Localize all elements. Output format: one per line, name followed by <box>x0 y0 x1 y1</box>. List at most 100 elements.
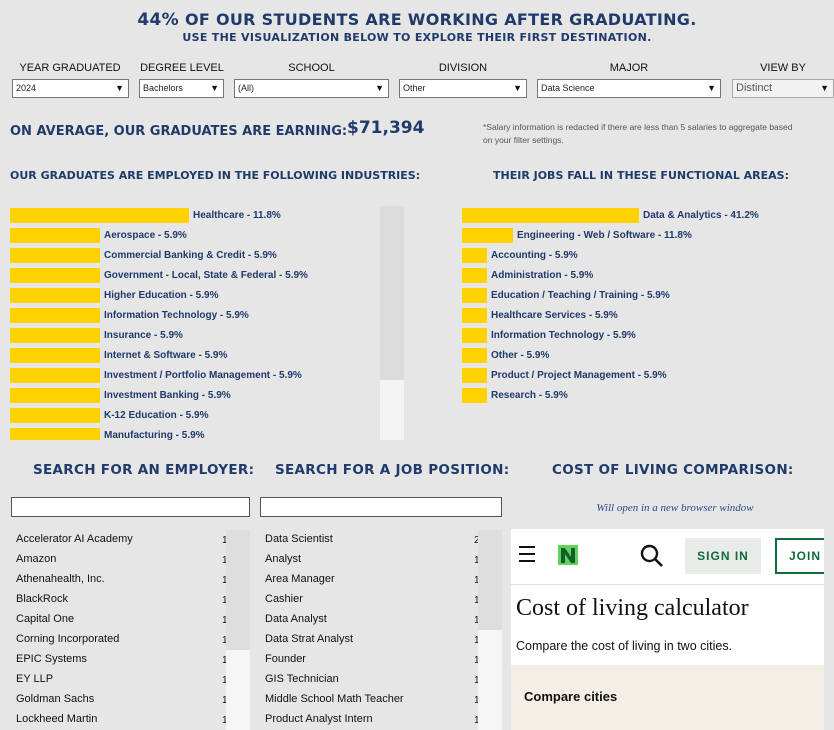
employer-list-item[interactable]: Capital One 1 <box>10 610 230 630</box>
function-bar-row[interactable]: Other - 5.9% <box>462 346 834 366</box>
function-bar[interactable] <box>462 348 487 363</box>
filter-school-value: (All) <box>238 83 254 93</box>
job-list-item[interactable]: Founder 1 <box>259 650 479 670</box>
employer-list-scrollbar-thumb[interactable] <box>226 650 250 730</box>
function-bar-row[interactable]: Product / Project Management - 5.9% <box>462 366 834 386</box>
function-bar-row[interactable]: Healthcare Services - 5.9% <box>462 306 834 326</box>
filter-year-label: YEAR GRADUATED <box>19 62 121 74</box>
industry-bar-row[interactable]: Healthcare - 11.8% <box>10 206 378 226</box>
job-list-item[interactable]: Cashier 1 <box>259 590 479 610</box>
employer-list-item[interactable]: Amazon 1 <box>10 550 230 570</box>
industry-bar-row[interactable]: K-12 Education - 5.9% <box>10 406 378 426</box>
filter-major-select[interactable]: Data Science ▼ <box>537 79 721 98</box>
function-bar[interactable] <box>462 288 487 303</box>
sign-in-button[interactable]: SIGN IN <box>685 538 761 574</box>
filter-year-select[interactable]: 2024 ▼ <box>12 79 129 98</box>
job-list-item[interactable]: Data Analyst 1 <box>259 610 479 630</box>
filter-major-label: MAJOR <box>609 62 649 74</box>
compare-cities-label: Compare cities <box>524 689 618 704</box>
job-list-item[interactable]: Product Analyst Intern 1 <box>259 710 479 730</box>
salary-note: *Salary information is redacted if there… <box>483 122 793 145</box>
industries-scrollbar-thumb[interactable] <box>380 380 404 440</box>
function-bar-label: Education / Teaching / Training - 5.9% <box>491 290 670 301</box>
industry-bar-label: Investment Banking - 5.9% <box>104 390 231 401</box>
employer-list-item[interactable]: Goldman Sachs 1 <box>10 690 230 710</box>
employer-list-item[interactable]: BlackRock 1 <box>10 590 230 610</box>
function-bar-row[interactable]: Information Technology - 5.9% <box>462 326 834 346</box>
cost-of-living-title: COST OF LIVING COMPARISON: <box>552 462 794 478</box>
job-list-item[interactable]: Data Strat Analyst 1 <box>259 630 479 650</box>
function-bar-label: Data & Analytics - 41.2% <box>643 210 759 221</box>
function-bar-row[interactable]: Education / Teaching / Training - 5.9% <box>462 286 834 306</box>
function-bar-row[interactable]: Data & Analytics - 41.2% <box>462 206 834 226</box>
function-bar[interactable] <box>462 328 487 343</box>
job-search-title: SEARCH FOR A JOB POSITION: <box>275 462 510 478</box>
filter-school-select[interactable]: (All) ▼ <box>234 79 389 98</box>
search-icon[interactable] <box>639 543 665 569</box>
function-bar[interactable] <box>462 388 487 403</box>
industry-bar[interactable] <box>10 408 100 423</box>
job-list-item[interactable]: Area Manager 1 <box>259 570 479 590</box>
function-bar-row[interactable]: Accounting - 5.9% <box>462 246 834 266</box>
industry-bar[interactable] <box>10 288 100 303</box>
industry-bar-row[interactable]: Information Technology - 5.9% <box>10 306 378 326</box>
industry-bar[interactable] <box>10 248 100 263</box>
function-bar[interactable] <box>462 208 639 223</box>
job-list-scrollbar-thumb[interactable] <box>478 630 502 730</box>
filter-degree-select[interactable]: Bachelors ▼ <box>139 79 224 98</box>
industry-bar[interactable] <box>10 328 100 343</box>
industry-bar[interactable] <box>10 388 100 403</box>
industry-bar-row[interactable]: Insurance - 5.9% <box>10 326 378 346</box>
industry-bar[interactable] <box>10 208 189 223</box>
industry-bar-row[interactable]: Commercial Banking & Credit - 5.9% <box>10 246 378 266</box>
industry-bar-row[interactable]: Investment / Portfolio Management - 5.9% <box>10 366 378 386</box>
industry-bar[interactable] <box>10 308 100 323</box>
filter-division-select[interactable]: Other ▼ <box>399 79 527 98</box>
industry-bar-row[interactable]: Aerospace - 5.9% <box>10 226 378 246</box>
function-bar-row[interactable]: Administration - 5.9% <box>462 266 834 286</box>
industry-bar[interactable] <box>10 428 100 440</box>
employer-list-item[interactable]: Lockheed Martin 1 <box>10 710 230 730</box>
filter-viewby-select[interactable]: Distinct ▼ <box>732 79 834 98</box>
employer-list-item[interactable]: Accelerator AI Academy 1 <box>10 530 230 550</box>
industry-bar-label: Aerospace - 5.9% <box>104 230 187 241</box>
job-list-item[interactable]: Data Scientist 2 <box>259 530 479 550</box>
industry-bar[interactable] <box>10 368 100 383</box>
employer-list-scrollbar[interactable] <box>226 530 250 730</box>
function-bar[interactable] <box>462 268 487 283</box>
hamburger-menu-icon[interactable] <box>519 546 535 567</box>
industry-bar-row[interactable]: Higher Education - 5.9% <box>10 286 378 306</box>
industry-bar-row[interactable]: Investment Banking - 5.9% <box>10 386 378 406</box>
industry-bar[interactable] <box>10 348 100 363</box>
employer-list-item[interactable]: EY LLP 1 <box>10 670 230 690</box>
job-list-item[interactable]: Middle School Math Teacher 1 <box>259 690 479 710</box>
nerdwallet-logo-icon[interactable] <box>557 543 579 567</box>
employer-name: Capital One <box>16 613 75 625</box>
job-list-scrollbar[interactable] <box>478 530 502 730</box>
function-bar[interactable] <box>462 308 487 323</box>
function-bar[interactable] <box>462 228 513 243</box>
function-bar-label: Engineering - Web / Software - 11.8% <box>517 230 692 241</box>
function-bar-label: Administration - 5.9% <box>491 270 594 281</box>
industry-bar[interactable] <box>10 228 100 243</box>
industry-bar-row[interactable]: Manufacturing - 5.9% <box>10 426 378 440</box>
job-list-item[interactable]: GIS Technician 1 <box>259 670 479 690</box>
cost-of-living-embed[interactable]: SIGN IN JOIN Cost of living calculator C… <box>511 529 824 730</box>
industry-bar[interactable] <box>10 268 100 283</box>
employer-search-input[interactable] <box>11 497 250 517</box>
job-search-input[interactable] <box>260 497 502 517</box>
cost-of-living-note: Will open in a new browser window <box>596 502 754 514</box>
industry-bar-row[interactable]: Internet & Software - 5.9% <box>10 346 378 366</box>
join-button[interactable]: JOIN <box>775 538 824 574</box>
employer-list-item[interactable]: Athenahealth, Inc. 1 <box>10 570 230 590</box>
job-list-item[interactable]: Analyst 1 <box>259 550 479 570</box>
employer-list-item[interactable]: EPIC Systems 1 <box>10 650 230 670</box>
function-bar-row[interactable]: Engineering - Web / Software - 11.8% <box>462 226 834 246</box>
employer-name: Goldman Sachs <box>16 693 95 705</box>
industry-bar-row[interactable]: Government - Local, State & Federal - 5.… <box>10 266 378 286</box>
function-bar[interactable] <box>462 368 487 383</box>
function-bar-row[interactable]: Research - 5.9% <box>462 386 834 406</box>
employer-list-item[interactable]: Corning Incorporated 1 <box>10 630 230 650</box>
employer-list: Accelerator AI Academy 1 Amazon 1 Athenaheal… <box>10 530 230 730</box>
function-bar[interactable] <box>462 248 487 263</box>
